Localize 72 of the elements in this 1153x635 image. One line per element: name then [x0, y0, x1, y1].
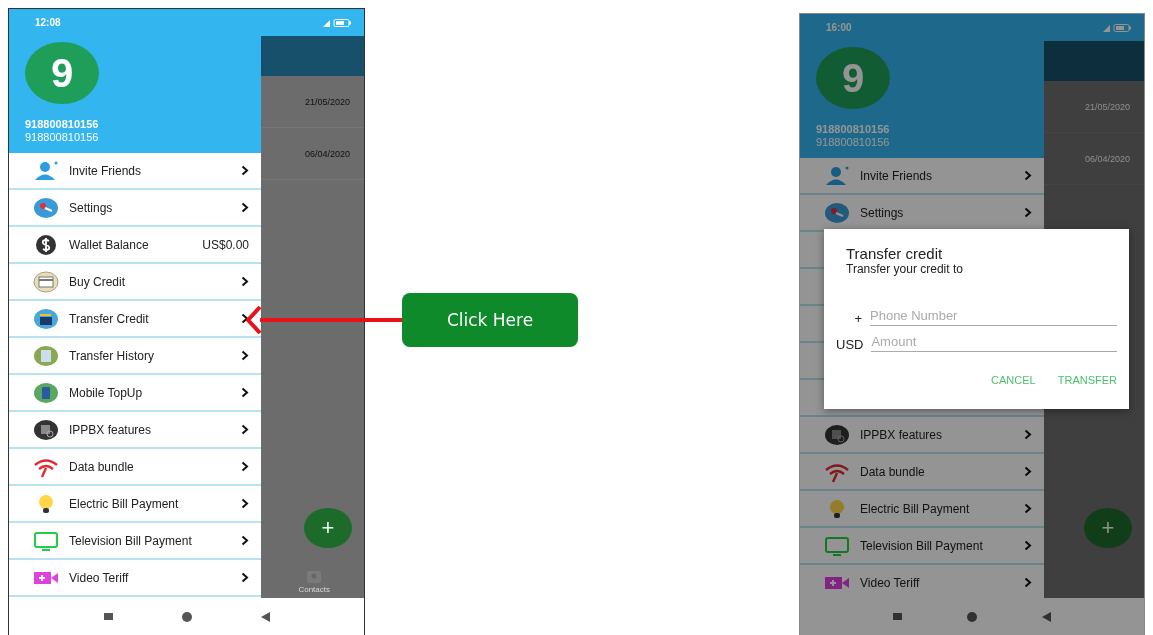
- avatar: 9: [25, 42, 99, 104]
- transfer-icon: [33, 307, 59, 330]
- account-name: 918800810156: [25, 118, 100, 131]
- signal-battery-icon: [322, 17, 352, 28]
- list-date: 06/04/2020: [1084, 153, 1130, 164]
- account-number: 918800810156: [816, 136, 891, 149]
- balance-value: US$0.00: [202, 237, 250, 252]
- chevron-icon: [241, 461, 250, 472]
- add-fab[interactable]: +: [304, 508, 352, 548]
- menu-item[interactable]: Invite Friends: [9, 153, 262, 190]
- chevron-icon: [241, 165, 250, 176]
- menu-item[interactable]: Transfer Credit: [9, 301, 262, 338]
- person-add-icon: [824, 164, 850, 187]
- avatar: 9: [816, 47, 890, 109]
- menu-item[interactable]: IPPBX features: [800, 417, 1045, 454]
- menu-item[interactable]: Transfer History: [9, 338, 262, 375]
- chevron-icon: [241, 387, 250, 398]
- chevron-icon: [241, 276, 250, 287]
- menu-item[interactable]: Electric Bill Payment: [9, 486, 262, 523]
- dollar-coin-icon: [33, 233, 59, 256]
- chevron-icon: [1024, 429, 1033, 440]
- signal-battery-icon: [1102, 22, 1132, 33]
- account-name: 918800810156: [816, 123, 891, 136]
- document-icon: [33, 344, 59, 367]
- grid-icon: [33, 418, 59, 441]
- back-icon[interactable]: [1042, 611, 1052, 622]
- dialog-subtitle: Transfer your credit to: [846, 262, 964, 276]
- grid-icon: [824, 423, 850, 446]
- chevron-icon: [1024, 577, 1033, 588]
- phone-icon: [33, 381, 59, 404]
- recents-icon[interactable]: [103, 613, 113, 620]
- settings-icon: [33, 196, 59, 219]
- dialog-title: Transfer credit: [846, 245, 944, 262]
- input-field[interactable]: Amount: [871, 332, 1117, 352]
- list-date: 06/04/2020: [304, 148, 350, 159]
- menu-item[interactable]: IPPBX features: [9, 412, 262, 449]
- chevron-icon: [1024, 540, 1033, 551]
- recents-icon[interactable]: [892, 613, 902, 620]
- chevron-icon: [241, 202, 250, 213]
- chevron-icon: [241, 313, 250, 324]
- home-icon[interactable]: [181, 611, 192, 622]
- menu-item[interactable]: Buy Credit: [9, 264, 262, 301]
- list-date: 21/05/2020: [304, 96, 350, 107]
- list-date: 21/05/2020: [1084, 101, 1130, 112]
- chevron-icon: [1024, 466, 1033, 477]
- status-time: 16:00: [826, 22, 852, 33]
- chevron-icon: [241, 498, 250, 509]
- click-here-button[interactable]: Click Here: [402, 293, 578, 347]
- contacts-label: Contacts: [298, 585, 330, 594]
- account-number: 918800810156: [25, 131, 100, 144]
- status-time: 12:08: [35, 17, 61, 28]
- field-prefix: +: [853, 311, 862, 326]
- chevron-icon: [241, 535, 250, 546]
- card-icon: [33, 270, 59, 293]
- menu-item[interactable]: Wallet Balance US$0.00: [9, 227, 262, 264]
- menu-item[interactable]: Settings: [9, 190, 262, 227]
- chevron-icon: [1024, 503, 1033, 514]
- person-add-icon: [33, 159, 59, 182]
- monitor-icon: [824, 534, 850, 557]
- settings-icon: [824, 201, 850, 224]
- add-fab[interactable]: +: [1084, 508, 1132, 548]
- chevron-icon: [241, 572, 250, 583]
- monitor-icon: [33, 529, 59, 552]
- chevron-icon: [1024, 207, 1033, 218]
- chevron-icon: [241, 350, 250, 361]
- input-field[interactable]: Phone Number: [870, 306, 1117, 326]
- back-icon[interactable]: [260, 611, 270, 622]
- chevron-icon: [241, 424, 250, 435]
- field-prefix: USD: [836, 337, 864, 352]
- menu-item[interactable]: Mobile TopUp: [9, 375, 262, 412]
- chevron-icon: [1024, 170, 1033, 181]
- home-icon[interactable]: [967, 611, 977, 622]
